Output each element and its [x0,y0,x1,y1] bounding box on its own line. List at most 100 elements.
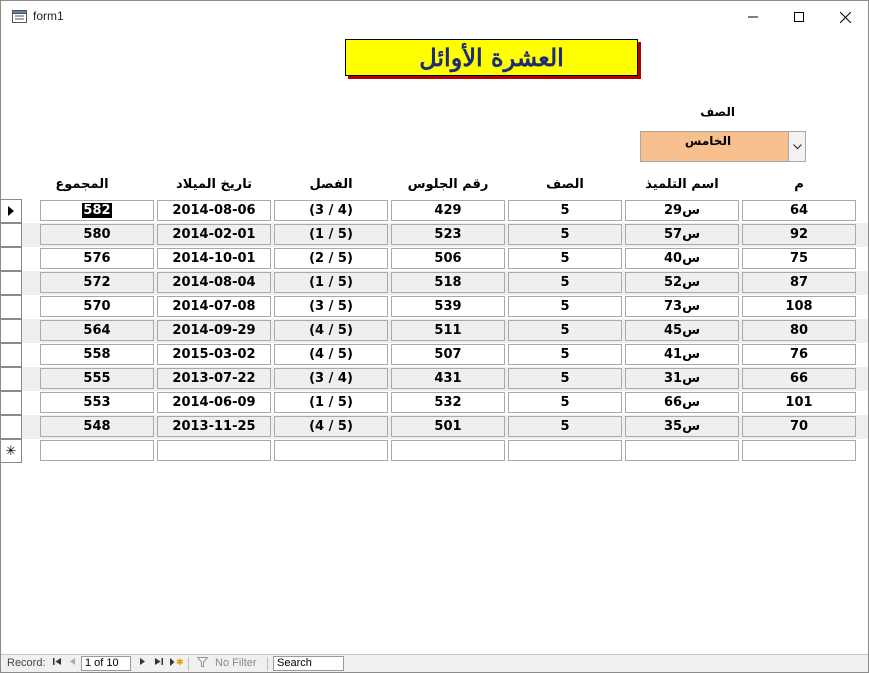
cell-student-name[interactable]: س31 [625,368,739,389]
cell-section[interactable]: (1 / 5) [274,272,388,293]
record-selector[interactable] [1,319,22,343]
cell-class[interactable]: 5 [508,200,622,221]
cell-class[interactable]: 5 [508,224,622,245]
cell-total[interactable]: 572 [40,272,154,293]
cell-seat-number[interactable] [391,440,505,461]
cell-total[interactable]: 570 [40,296,154,317]
cell-student-name[interactable]: س40 [625,248,739,269]
minimize-button[interactable] [730,1,776,33]
record-selector[interactable] [1,343,22,367]
cell-birth-date[interactable]: 2014-02-01 [157,224,271,245]
cell-student-name[interactable] [625,440,739,461]
cell-section[interactable]: (1 / 5) [274,224,388,245]
cell-student-name[interactable]: س35 [625,416,739,437]
record-selector[interactable] [1,223,22,247]
cell-birth-date[interactable]: 2013-07-22 [157,368,271,389]
table-row[interactable]: 87 س52 5 518 (1 / 5) 2014-08-04 572 [1,271,869,295]
cell-section[interactable]: (3 / 5) [274,296,388,317]
cell-section[interactable]: (2 / 5) [274,248,388,269]
cell-section[interactable] [274,440,388,461]
cell-total[interactable]: 564 [40,320,154,341]
cell-total[interactable]: 548 [40,416,154,437]
cell-class[interactable]: 5 [508,320,622,341]
cell-birth-date[interactable]: 2014-09-29 [157,320,271,341]
cell-total[interactable]: 558 [40,344,154,365]
cell-birth-date[interactable]: 2014-06-09 [157,392,271,413]
cell-m[interactable] [742,440,856,461]
cell-seat-number[interactable]: 539 [391,296,505,317]
cell-seat-number[interactable]: 532 [391,392,505,413]
first-record-button[interactable] [53,657,62,669]
cell-student-name[interactable]: س73 [625,296,739,317]
cell-birth-date[interactable]: 2014-08-04 [157,272,271,293]
current-record-box[interactable]: 1 of 10 [81,656,131,671]
previous-record-button[interactable] [69,657,76,669]
cell-total[interactable]: 580 [40,224,154,245]
cell-class[interactable]: 5 [508,248,622,269]
search-input[interactable]: Search [273,656,344,671]
record-selector[interactable] [1,271,22,295]
cell-m[interactable]: 64 [742,200,856,221]
cell-total[interactable]: 553 [40,392,154,413]
cell-section[interactable]: (3 / 4) [274,368,388,389]
cell-m[interactable]: 76 [742,344,856,365]
cell-m[interactable]: 108 [742,296,856,317]
current-record-arrow-icon[interactable] [1,199,22,223]
cell-seat-number[interactable]: 518 [391,272,505,293]
new-record-asterisk-icon[interactable]: ✳ [1,439,22,463]
combobox-dropdown-button[interactable] [788,132,805,161]
cell-birth-date[interactable]: 2014-08-06 [157,200,271,221]
table-row[interactable]: 101 س66 5 532 (1 / 5) 2014-06-09 553 [1,391,869,415]
cell-birth-date[interactable]: 2014-07-08 [157,296,271,317]
cell-class[interactable]: 5 [508,368,622,389]
table-row[interactable]: 108 س73 5 539 (3 / 5) 2014-07-08 570 [1,295,869,319]
cell-seat-number[interactable]: 431 [391,368,505,389]
last-record-button[interactable] [154,657,163,669]
cell-m[interactable]: 92 [742,224,856,245]
cell-class[interactable]: 5 [508,392,622,413]
cell-m[interactable]: 101 [742,392,856,413]
table-row[interactable]: 75 س40 5 506 (2 / 5) 2014-10-01 576 [1,247,869,271]
cell-seat-number[interactable]: 507 [391,344,505,365]
cell-total[interactable]: 576 [40,248,154,269]
cell-class[interactable]: 5 [508,344,622,365]
cell-birth-date[interactable]: 2013-11-25 [157,416,271,437]
cell-seat-number[interactable]: 501 [391,416,505,437]
new-record-button[interactable]: ✱ [169,657,184,670]
record-selector[interactable] [1,415,22,439]
cell-student-name[interactable]: س66 [625,392,739,413]
cell-m[interactable]: 66 [742,368,856,389]
cell-seat-number[interactable]: 429 [391,200,505,221]
cell-student-name[interactable]: س29 [625,200,739,221]
cell-seat-number[interactable]: 523 [391,224,505,245]
table-row[interactable]: 70 س35 5 501 (4 / 5) 2013-11-25 548 [1,415,869,439]
cell-section[interactable]: (4 / 5) [274,416,388,437]
cell-m[interactable]: 80 [742,320,856,341]
table-row[interactable]: 80 س45 5 511 (4 / 5) 2014-09-29 564 [1,319,869,343]
cell-class[interactable]: 5 [508,416,622,437]
cell-total[interactable]: 555 [40,368,154,389]
cell-class[interactable] [508,440,622,461]
cell-student-name[interactable]: س45 [625,320,739,341]
no-filter-button[interactable] [196,657,209,670]
record-selector[interactable] [1,295,22,319]
table-row[interactable]: 76 س41 5 507 (4 / 5) 2015-03-02 558 [1,343,869,367]
cell-section[interactable]: (4 / 5) [274,320,388,341]
table-row[interactable]: 66 س31 5 431 (3 / 4) 2013-07-22 555 [1,367,869,391]
cell-m[interactable]: 87 [742,272,856,293]
cell-section[interactable]: (1 / 5) [274,392,388,413]
cell-total[interactable]: 582 [40,200,154,221]
new-record-row[interactable]: ✳ [1,439,869,463]
cell-section[interactable]: (4 / 5) [274,344,388,365]
next-record-button[interactable] [139,657,146,669]
cell-student-name[interactable]: س41 [625,344,739,365]
cell-birth-date[interactable]: 2015-03-02 [157,344,271,365]
cell-student-name[interactable]: س52 [625,272,739,293]
record-selector[interactable] [1,247,22,271]
cell-m[interactable]: 70 [742,416,856,437]
cell-class[interactable]: 5 [508,272,622,293]
table-row[interactable]: 92 س57 5 523 (1 / 5) 2014-02-01 580 [1,223,869,247]
table-row[interactable]: 64 س29 5 429 (3 / 4) 2014-08-06 582 [1,199,869,223]
cell-student-name[interactable]: س57 [625,224,739,245]
cell-seat-number[interactable]: 506 [391,248,505,269]
